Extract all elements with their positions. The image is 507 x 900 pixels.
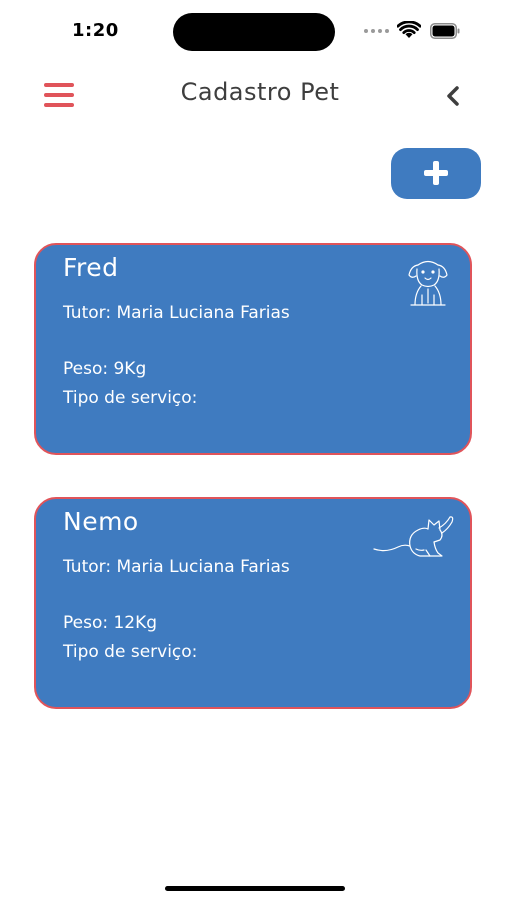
wifi-icon xyxy=(397,21,421,38)
pet-card[interactable]: Fred Tutor: Maria Luciana Farias Peso: 9… xyxy=(34,243,472,455)
pet-card[interactable]: Nemo Tutor: Maria Luciana Farias Peso: 1… xyxy=(34,497,472,709)
pet-tutor: Tutor: Maria Luciana Farias xyxy=(63,557,290,577)
plus-icon xyxy=(424,161,448,185)
pet-service-type: Tipo de serviço: xyxy=(63,642,198,662)
pet-tutor: Tutor: Maria Luciana Farias xyxy=(63,303,290,323)
dynamic-island xyxy=(173,13,335,51)
status-time: 1:20 xyxy=(72,20,119,41)
pet-name: Fred xyxy=(63,253,119,282)
battery-icon xyxy=(430,23,460,39)
pet-service-type: Tipo de serviço: xyxy=(63,388,198,408)
home-indicator[interactable] xyxy=(165,886,345,891)
cat-icon xyxy=(373,516,454,557)
page-title: Cadastro Pet xyxy=(180,78,340,106)
pet-name: Nemo xyxy=(63,507,139,536)
chevron-left-icon[interactable] xyxy=(442,84,464,108)
hamburger-menu-icon[interactable] xyxy=(44,81,76,109)
pet-weight: Peso: 9Kg xyxy=(63,359,147,379)
status-bar: 1:20 xyxy=(0,0,507,64)
pet-weight: Peso: 12Kg xyxy=(63,613,158,633)
add-pet-button[interactable] xyxy=(391,148,481,199)
cellular-signal-icon xyxy=(364,29,390,35)
dog-icon xyxy=(408,260,448,306)
